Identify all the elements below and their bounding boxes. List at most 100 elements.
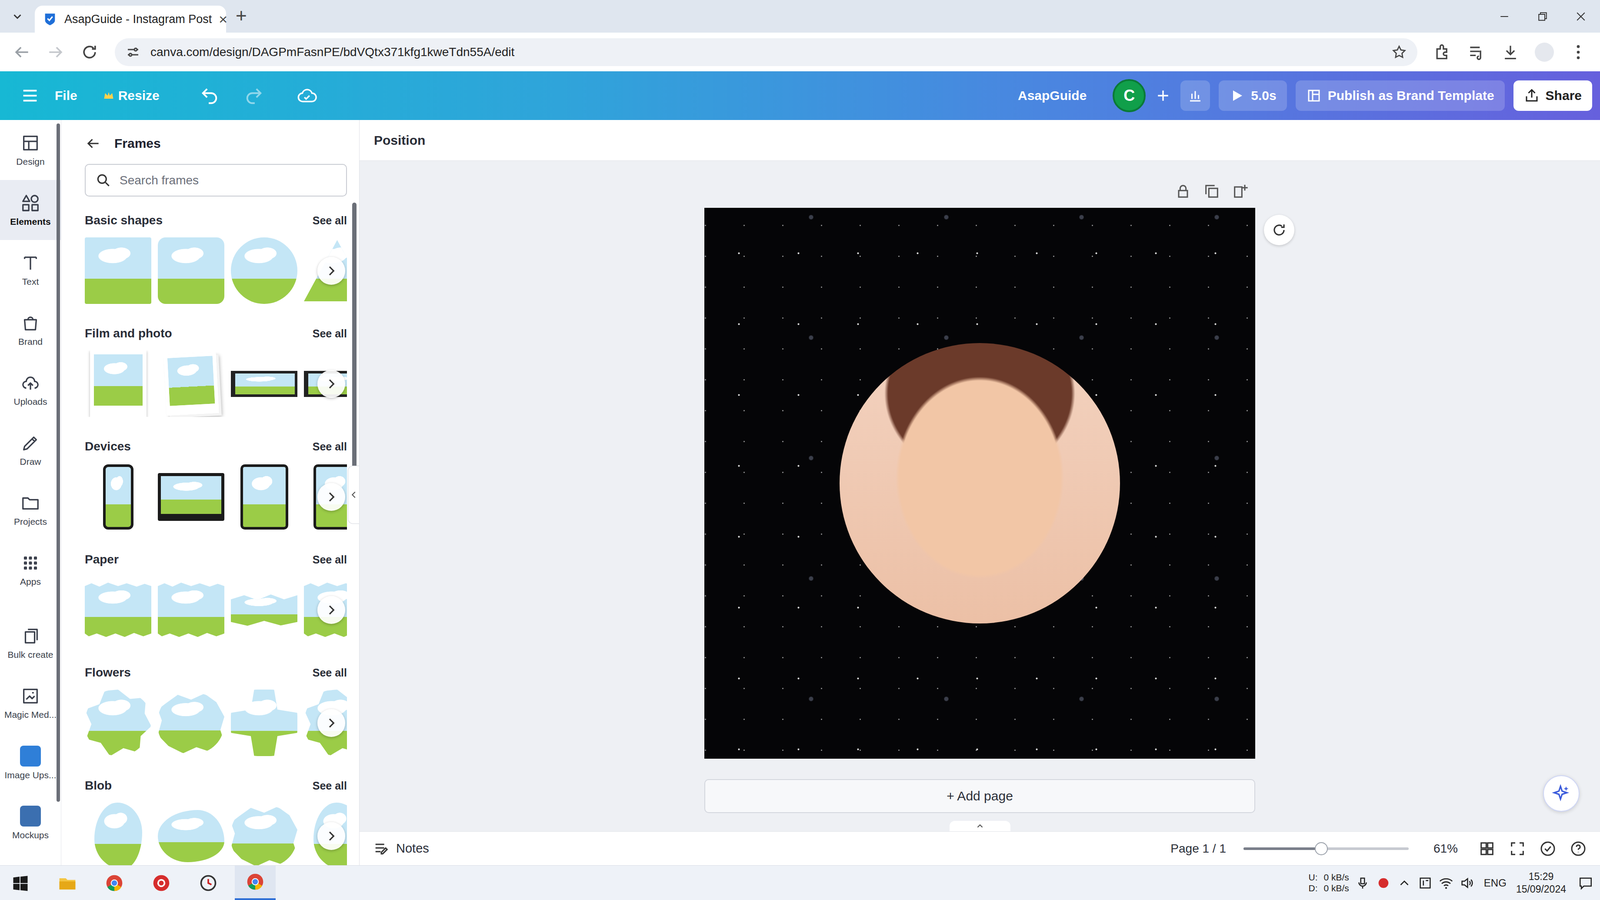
fullscreen-icon[interactable] xyxy=(1508,840,1527,858)
frame-tile[interactable] xyxy=(84,237,152,304)
back-arrow-icon[interactable] xyxy=(84,135,102,152)
see-all-link[interactable]: See all xyxy=(312,779,347,793)
cloud-saved-icon[interactable] xyxy=(296,85,317,106)
back-arrow-icon[interactable] xyxy=(12,42,32,62)
browser-tab[interactable]: AsapGuide - Instagram Post× xyxy=(34,5,227,33)
next-tiles-button[interactable] xyxy=(317,370,346,398)
start-button[interactable] xyxy=(0,865,41,900)
add-page-icon[interactable] xyxy=(1231,182,1250,200)
zoom-percentage[interactable]: 61% xyxy=(1426,841,1466,856)
frame-tile[interactable] xyxy=(84,689,152,757)
reload-icon[interactable] xyxy=(80,42,100,62)
volume-icon[interactable] xyxy=(1459,875,1475,891)
user-avatar[interactable]: C xyxy=(1112,79,1146,113)
search-frames-field[interactable]: Search frames xyxy=(84,163,347,197)
frame-tile[interactable] xyxy=(84,463,152,530)
add-page-button[interactable]: + Add page xyxy=(704,779,1256,814)
see-all-link[interactable]: See all xyxy=(312,553,347,567)
media-control-icon[interactable] xyxy=(1466,42,1487,62)
site-settings-icon[interactable] xyxy=(125,44,141,60)
minimize-button[interactable] xyxy=(1485,0,1524,33)
rail-item[interactable]: Design xyxy=(0,120,61,180)
frame-tile[interactable] xyxy=(230,350,298,417)
frame-tile[interactable] xyxy=(84,576,152,644)
restore-button[interactable] xyxy=(1523,0,1562,33)
next-tiles-button[interactable] xyxy=(317,709,346,737)
clock[interactable]: 15:2915/09/2024 xyxy=(1516,870,1567,896)
bookmark-star-icon[interactable] xyxy=(1391,44,1407,60)
chrome-button[interactable] xyxy=(93,865,135,900)
frame-tile[interactable] xyxy=(84,802,152,866)
show-pages-button[interactable] xyxy=(949,820,1011,832)
refresh-button[interactable] xyxy=(1263,214,1295,246)
lock-icon[interactable] xyxy=(1174,182,1192,200)
frame-tile[interactable] xyxy=(230,463,298,530)
frame-tile[interactable] xyxy=(84,350,152,417)
close-window-button[interactable] xyxy=(1561,0,1600,33)
insights-button[interactable] xyxy=(1180,80,1210,111)
portrait-photo[interactable] xyxy=(839,343,1120,624)
rail-item[interactable]: Magic Med... xyxy=(0,673,61,734)
resize-menu[interactable]: Resize xyxy=(96,88,166,104)
design-canvas[interactable] xyxy=(704,207,1256,759)
new-tab-button[interactable]: + xyxy=(235,4,247,29)
chevron-up-icon[interactable] xyxy=(1396,875,1412,891)
frame-tile[interactable] xyxy=(230,237,298,304)
frame-tile[interactable] xyxy=(157,463,225,530)
rail-item[interactable]: Projects xyxy=(0,480,61,540)
rail-item[interactable]: Mockups xyxy=(0,793,61,854)
file-menu[interactable]: File xyxy=(48,88,84,104)
publish-brand-template-button[interactable]: Publish as Brand Template xyxy=(1295,80,1505,111)
frame-tile[interactable] xyxy=(157,802,225,866)
add-people-icon[interactable] xyxy=(1154,86,1172,105)
chrome-active-button[interactable] xyxy=(234,865,276,900)
more-menu-icon[interactable] xyxy=(1568,42,1588,62)
notes-button[interactable]: Notes xyxy=(372,840,430,858)
redo-icon[interactable] xyxy=(243,85,264,106)
tab-close-button[interactable]: × xyxy=(218,10,228,28)
frame-tile[interactable] xyxy=(157,237,225,304)
frame-tile[interactable] xyxy=(157,576,225,644)
see-all-link[interactable]: See all xyxy=(312,666,347,680)
frame-tile[interactable] xyxy=(230,689,298,757)
collapse-panel-button[interactable] xyxy=(347,465,360,524)
hamburger-menu-icon[interactable] xyxy=(20,85,40,106)
rail-item[interactable]: Apps xyxy=(0,540,61,600)
zoom-slider-thumb[interactable] xyxy=(1314,842,1328,856)
play-button[interactable]: 5.0s xyxy=(1218,80,1287,111)
rail-item[interactable]: Uploads xyxy=(0,360,61,420)
input-language[interactable]: ENG xyxy=(1483,876,1507,890)
extensions-icon[interactable] xyxy=(1433,42,1453,62)
profile-avatar[interactable] xyxy=(1534,42,1554,62)
rail-item[interactable]: Bulk create xyxy=(0,613,61,674)
zoom-slider[interactable] xyxy=(1243,847,1409,850)
frame-tile[interactable] xyxy=(230,802,298,866)
rail-item[interactable]: Text xyxy=(0,240,61,300)
next-tiles-button[interactable] xyxy=(317,256,346,285)
notification-icon[interactable] xyxy=(1578,875,1594,891)
undo-icon[interactable] xyxy=(199,85,220,106)
file-explorer-button[interactable] xyxy=(46,865,88,900)
next-tiles-button[interactable] xyxy=(317,822,346,850)
see-all-link[interactable]: See all xyxy=(312,214,347,227)
check-circle-icon[interactable] xyxy=(1539,840,1557,858)
see-all-link[interactable]: See all xyxy=(312,440,347,454)
download-icon[interactable] xyxy=(1500,42,1520,62)
recorder-button[interactable] xyxy=(140,865,182,900)
rail-item[interactable]: Brand xyxy=(0,300,61,360)
microphone-icon[interactable] xyxy=(1355,875,1370,891)
grid-view-icon[interactable] xyxy=(1478,840,1496,858)
duplicate-icon[interactable] xyxy=(1203,182,1221,200)
position-button[interactable]: Position xyxy=(373,133,426,148)
frame-tile[interactable] xyxy=(157,350,225,417)
rail-item[interactable]: Elements xyxy=(0,180,61,240)
magic-assistant-button[interactable] xyxy=(1543,775,1580,812)
record-tray-icon[interactable] xyxy=(1376,875,1391,891)
tab-search-button[interactable] xyxy=(7,3,27,30)
rail-item[interactable]: Draw xyxy=(0,420,61,480)
page-counter[interactable]: Page 1 / 1 xyxy=(1170,841,1227,856)
share-button[interactable]: Share xyxy=(1513,80,1593,111)
see-all-link[interactable]: See all xyxy=(312,327,347,340)
forward-arrow-icon[interactable] xyxy=(46,42,66,62)
rail-scrollbar[interactable] xyxy=(56,123,60,802)
